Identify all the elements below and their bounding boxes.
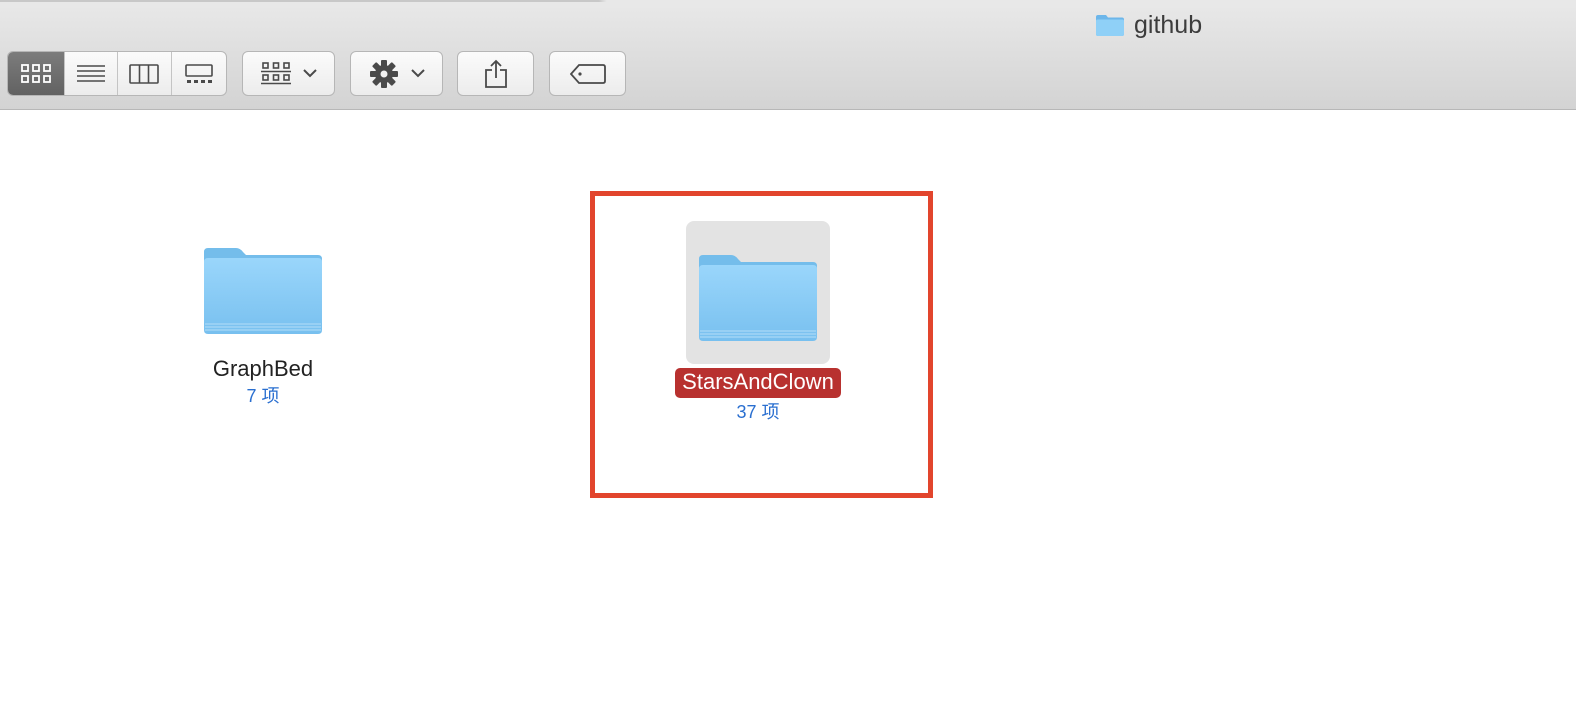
chevron-down-icon [410,69,425,78]
share-icon [484,59,507,88]
share-button[interactable] [457,51,534,96]
action-button[interactable] [350,51,443,96]
item-count: 7 项 [246,386,280,406]
finder-window: github GraphBed 7 项 StarsAndClown 37 项 [0,0,1576,704]
title-bar-edge [0,0,1576,2]
group-by-button[interactable] [242,51,335,96]
folder-thumbnail [193,216,333,356]
list-view-button[interactable] [65,52,118,95]
view-mode-control [7,51,227,96]
folder-icon [1096,15,1124,36]
gallery-icon [184,63,213,83]
chevron-down-icon [302,69,317,78]
folder-name: GraphBed [212,356,314,381]
icon-view-button[interactable] [8,52,66,95]
columns-icon [129,63,160,84]
gear-icon [369,59,398,88]
gallery-view-button[interactable] [172,52,227,95]
tag-button[interactable] [549,51,626,96]
folder-icon [204,248,322,334]
highlight-box [590,191,933,498]
toolbar: github [0,0,1576,110]
window-title: github [1095,8,1202,42]
tag-icon [569,63,606,84]
list-icon [77,64,106,82]
grid-icon [21,63,52,83]
group-icon [260,61,291,84]
column-view-button[interactable] [118,52,172,95]
folder-item-graphbed[interactable]: GraphBed 7 项 [193,216,333,408]
window-title-text: github [1134,10,1203,39]
